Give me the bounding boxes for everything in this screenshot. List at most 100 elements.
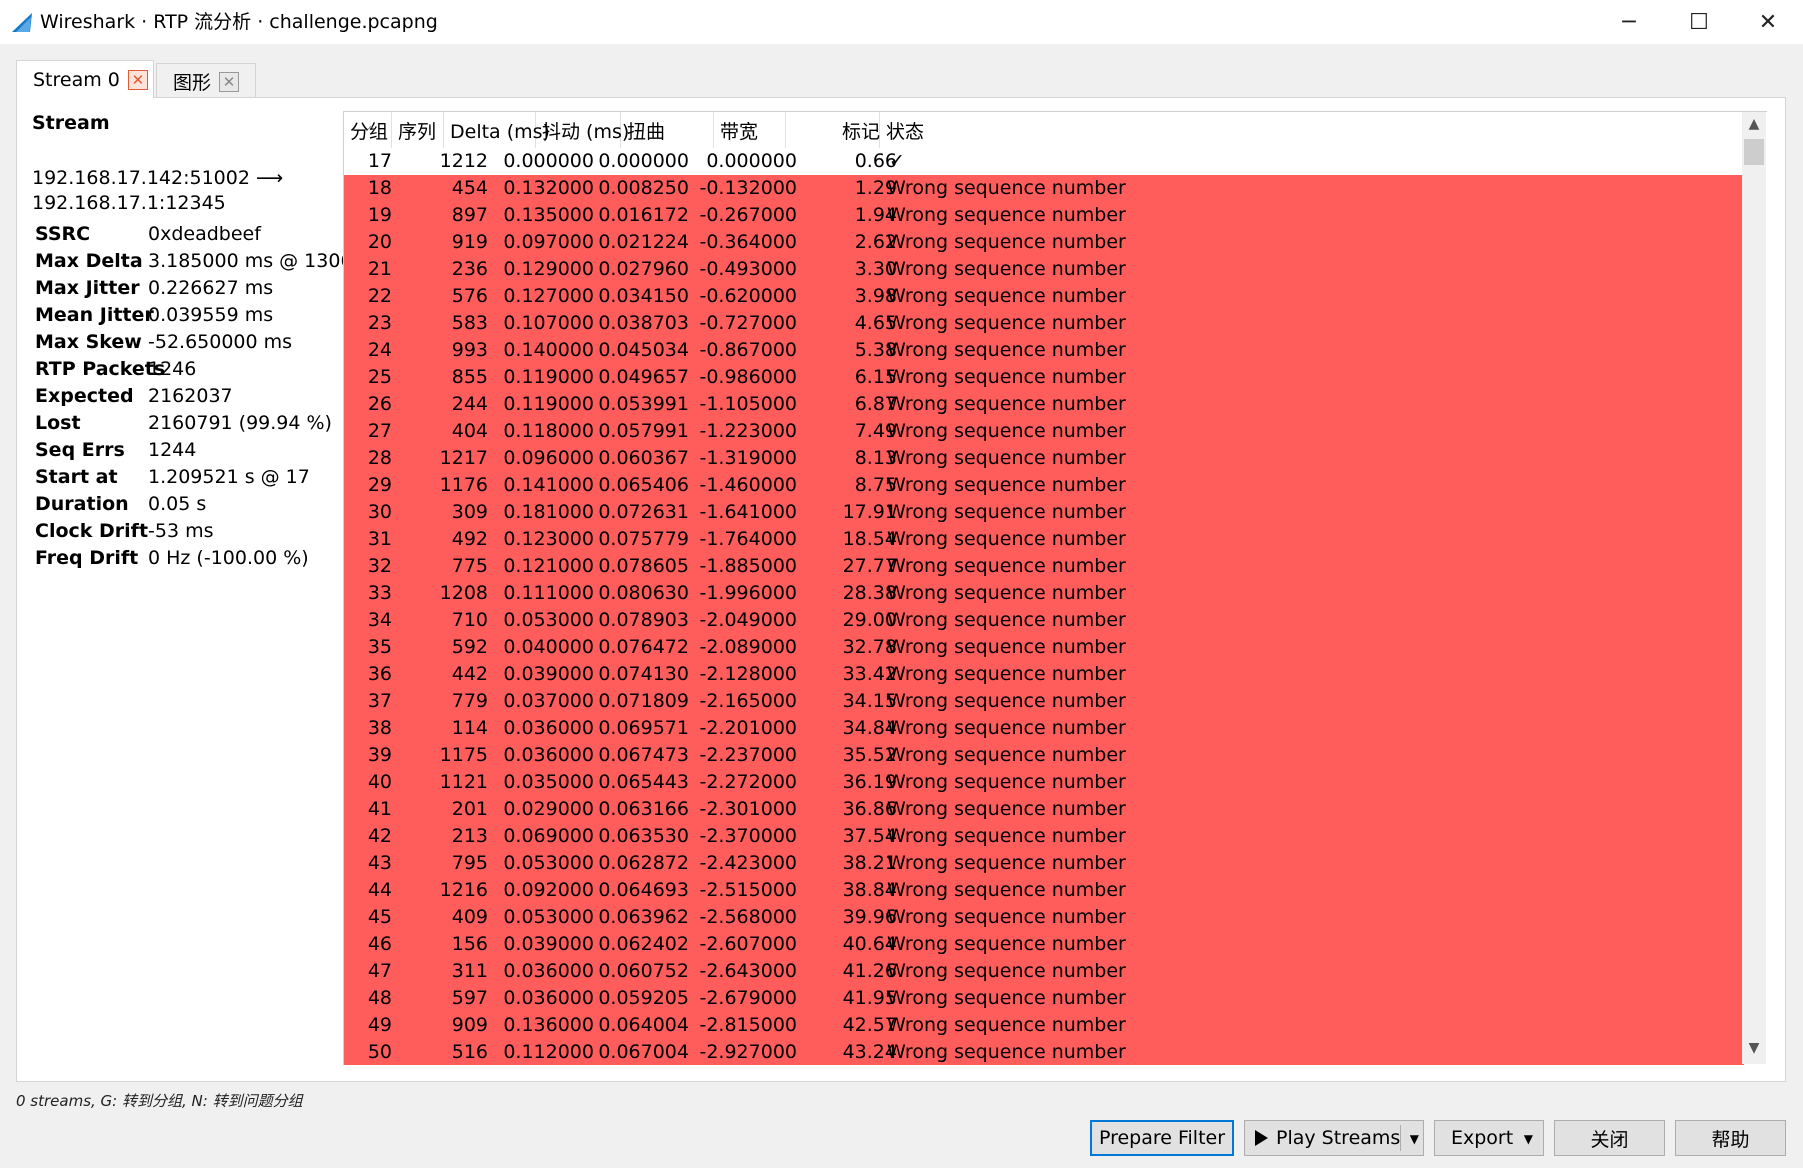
table-row[interactable]: 18 454 0.132000 0.008250 -0.132000 1.29 Wrong … <box>344 175 1744 202</box>
table-row[interactable]: 17 1212 0.000000 0.000000 0.000000 0.66 ✓ <box>344 148 1744 175</box>
column-header-marker[interactable]: 标记 <box>836 112 880 148</box>
table-row[interactable]: 37 779 0.037000 0.071809 -2.165000 34.15 Wrong… <box>344 688 1744 715</box>
cell-packet: 27 <box>367 420 392 442</box>
table-row[interactable]: 32 775 0.121000 0.078605 -1.885000 27.77 Wrong… <box>344 553 1744 580</box>
stat-value: 2162037 <box>148 384 233 407</box>
tab-close-icon[interactable]: ✕ <box>219 71 240 92</box>
close-button[interactable]: 关闭 <box>1554 1120 1665 1156</box>
table-row[interactable]: 26 244 0.119000 0.053991 -1.105000 6.87 Wrong … <box>344 391 1744 418</box>
scroll-up-icon[interactable]: ▲ <box>1742 116 1766 136</box>
table-row[interactable]: 46 156 0.039000 0.062402 -2.607000 40.64 Wrong… <box>344 931 1744 958</box>
cell-packet: 38 <box>367 717 392 739</box>
table-row[interactable]: 31 492 0.123000 0.075779 -1.764000 18.54 Wrong… <box>344 526 1744 553</box>
table-row[interactable]: 48 597 0.036000 0.059205 -2.679000 41.95 Wrong… <box>344 985 1744 1012</box>
scroll-down-icon[interactable]: ▼ <box>1742 1040 1766 1060</box>
cell-jitter: 0.064004 <box>598 1014 689 1036</box>
cell-delta: 0.039000 <box>503 663 594 685</box>
table-row[interactable]: 22 576 0.127000 0.034150 -0.620000 3.98 Wrong … <box>344 283 1744 310</box>
table-row[interactable]: 47 311 0.036000 0.060752 -2.643000 41.26 Wrong… <box>344 958 1744 985</box>
column-header-sequence[interactable]: 序列 <box>392 112 444 148</box>
play-streams-label: Play Streams <box>1276 1127 1401 1149</box>
scroll-thumb[interactable] <box>1744 139 1764 165</box>
table-row[interactable]: 49 909 0.136000 0.064004 -2.815000 42.57 Wrong… <box>344 1012 1744 1039</box>
cell-delta: 0.119000 <box>503 393 594 415</box>
cell-status: ✓ <box>889 150 905 172</box>
table-row[interactable]: 40 1121 0.035000 0.065443 -2.272000 36.19 Wron… <box>344 769 1744 796</box>
stat-row: Mean Jitter 0.039559 ms <box>35 301 353 328</box>
help-button[interactable]: 帮助 <box>1675 1120 1786 1156</box>
table-row[interactable]: 36 442 0.039000 0.074130 -2.128000 33.42 Wrong… <box>344 661 1744 688</box>
cell-delta: 0.092000 <box>503 879 594 901</box>
chevron-down-icon[interactable]: ▼ <box>1410 1121 1419 1157</box>
table-row[interactable]: 28 1217 0.096000 0.060367 -1.319000 8.13 Wrong… <box>344 445 1744 472</box>
table-header: ^ 分组 序列 Delta (ms) 抖动 (ms) 扭曲 带宽 标记 状态 <box>344 112 1744 148</box>
table-row[interactable]: 43 795 0.053000 0.062872 -2.423000 38.21 Wrong… <box>344 850 1744 877</box>
table-row[interactable]: 45 409 0.053000 0.063962 -2.568000 39.96 Wrong… <box>344 904 1744 931</box>
table-row[interactable]: 39 1175 0.036000 0.067473 -2.237000 35.52 Wron… <box>344 742 1744 769</box>
cell-packet: 44 <box>367 879 392 901</box>
cell-bandwidth: 40.64 <box>842 933 897 955</box>
column-header-packet[interactable]: ^ 分组 <box>344 112 392 148</box>
column-header-bandwidth[interactable]: 带宽 <box>714 112 786 148</box>
table-row[interactable]: 20 919 0.097000 0.021224 -0.364000 2.62 Wrong … <box>344 229 1744 256</box>
rtp-packet-table[interactable]: ^ 分组 序列 Delta (ms) 抖动 (ms) 扭曲 带宽 标记 状态 1… <box>343 111 1767 1065</box>
cell-jitter: 0.057991 <box>598 420 689 442</box>
column-header-skew[interactable]: 扭曲 <box>621 112 714 148</box>
cell-status: Wrong sequence number <box>887 636 1126 658</box>
sort-ascending-icon: ^ <box>366 124 377 138</box>
tab-stream-0[interactable]: Stream 0 ✕ <box>16 60 154 98</box>
table-row[interactable]: 27 404 0.118000 0.057991 -1.223000 7.49 Wrong … <box>344 418 1744 445</box>
table-row[interactable]: 33 1208 0.111000 0.080630 -1.996000 28.38 Wron… <box>344 580 1744 607</box>
table-row[interactable]: 38 114 0.036000 0.069571 -2.201000 34.84 Wrong… <box>344 715 1744 742</box>
cell-skew: -2.237000 <box>699 744 797 766</box>
cell-packet: 26 <box>367 393 392 415</box>
column-header-jitter[interactable]: 抖动 (ms) <box>536 112 629 148</box>
maximize-button[interactable]: ☐ <box>1664 0 1734 44</box>
cell-bandwidth: 38.84 <box>842 879 897 901</box>
endpoint-source: 192.168.17.142:51002 ⟶ <box>32 167 284 189</box>
wireshark-fin-icon <box>12 13 32 32</box>
table-row[interactable]: 44 1216 0.092000 0.064693 -2.515000 38.84 Wron… <box>344 877 1744 904</box>
cell-skew: 0.000000 <box>706 150 797 172</box>
table-row[interactable]: 50 516 0.112000 0.067004 -2.927000 43.24 Wrong… <box>344 1039 1744 1065</box>
vertical-scrollbar[interactable]: ▲ ▼ <box>1742 112 1766 1064</box>
cell-jitter: 0.021224 <box>598 231 689 253</box>
close-window-button[interactable]: ✕ <box>1733 0 1803 44</box>
cell-delta: 0.069000 <box>503 825 594 847</box>
stat-label: Max Jitter <box>35 276 140 299</box>
prepare-filter-button[interactable]: Prepare Filter <box>1090 1120 1234 1156</box>
cell-skew: -2.128000 <box>699 663 797 685</box>
tab-label: Stream 0 <box>33 68 120 91</box>
cell-jitter: 0.063166 <box>598 798 689 820</box>
table-row[interactable]: 42 213 0.069000 0.063530 -2.370000 37.54 Wrong… <box>344 823 1744 850</box>
table-row[interactable]: 25 855 0.119000 0.049657 -0.986000 6.15 Wrong … <box>344 364 1744 391</box>
cell-jitter: 0.062402 <box>598 933 689 955</box>
stream-heading: Stream <box>32 112 110 134</box>
table-row[interactable]: 24 993 0.140000 0.045034 -0.867000 5.38 Wrong … <box>344 337 1744 364</box>
cell-delta: 0.096000 <box>503 447 594 469</box>
tab-graph[interactable]: 图形 ✕ <box>156 63 256 99</box>
tab-close-icon[interactable]: ✕ <box>127 69 148 90</box>
table-row[interactable]: 35 592 0.040000 0.076472 -2.089000 32.78 Wrong… <box>344 634 1744 661</box>
column-header-status[interactable]: 状态 <box>880 112 1480 148</box>
cell-bandwidth: 29.00 <box>842 609 897 631</box>
column-header-delta[interactable]: Delta (ms) <box>444 112 550 148</box>
table-row[interactable]: 30 309 0.181000 0.072631 -1.641000 17.91 Wrong… <box>344 499 1744 526</box>
cell-delta: 0.036000 <box>503 960 594 982</box>
stat-value: 0.05 s <box>148 492 207 515</box>
cell-packet: 36 <box>367 663 392 685</box>
cell-jitter: 0.038703 <box>598 312 689 334</box>
export-button[interactable]: Export ▼ <box>1434 1120 1544 1156</box>
cell-jitter: 0.067473 <box>598 744 689 766</box>
cell-skew: -0.493000 <box>699 258 797 280</box>
table-row[interactable]: 21 236 0.129000 0.027960 -0.493000 3.30 Wrong … <box>344 256 1744 283</box>
table-row[interactable]: 23 583 0.107000 0.038703 -0.727000 4.65 Wrong … <box>344 310 1744 337</box>
table-row[interactable]: 29 1176 0.141000 0.065406 -1.460000 8.75 Wrong… <box>344 472 1744 499</box>
cell-delta: 0.053000 <box>503 852 594 874</box>
table-row[interactable]: 34 710 0.053000 0.078903 -2.049000 29.00 Wrong… <box>344 607 1744 634</box>
play-streams-button[interactable]: Play Streams ▼ <box>1244 1120 1424 1156</box>
cell-skew: -2.423000 <box>699 852 797 874</box>
minimize-button[interactable]: ─ <box>1594 0 1664 44</box>
table-row[interactable]: 41 201 0.029000 0.063166 -2.301000 36.86 Wrong… <box>344 796 1744 823</box>
table-row[interactable]: 19 897 0.135000 0.016172 -0.267000 1.94 Wrong … <box>344 202 1744 229</box>
